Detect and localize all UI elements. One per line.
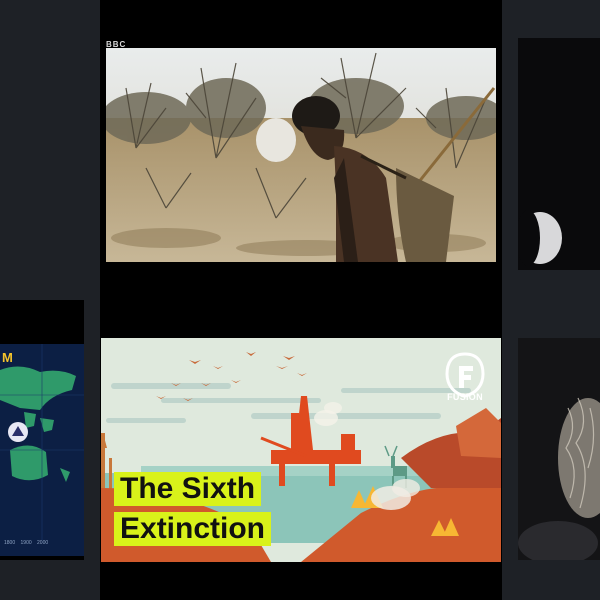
portrait-image	[518, 338, 600, 560]
video-thumbnail-right-bottom[interactable]	[518, 338, 600, 560]
map-video-title: M	[2, 350, 13, 365]
hunter-scene-image	[106, 48, 496, 262]
map-timeline-ticks: 1800 1900 2000	[4, 540, 49, 546]
fusion-channel-label: FUSION	[447, 392, 483, 402]
bbc-watermark: BBC	[106, 40, 127, 49]
video-title-line2: Extinction	[114, 512, 272, 546]
world-map-image	[0, 344, 84, 556]
video-thumbnail-map[interactable]	[0, 300, 84, 560]
dark-portrait-image	[518, 38, 600, 270]
video-title-line1: The Sixth	[114, 472, 262, 506]
video-thumbnail-right-top[interactable]	[518, 38, 600, 270]
video-thumbnail-hunter[interactable]	[106, 48, 496, 262]
